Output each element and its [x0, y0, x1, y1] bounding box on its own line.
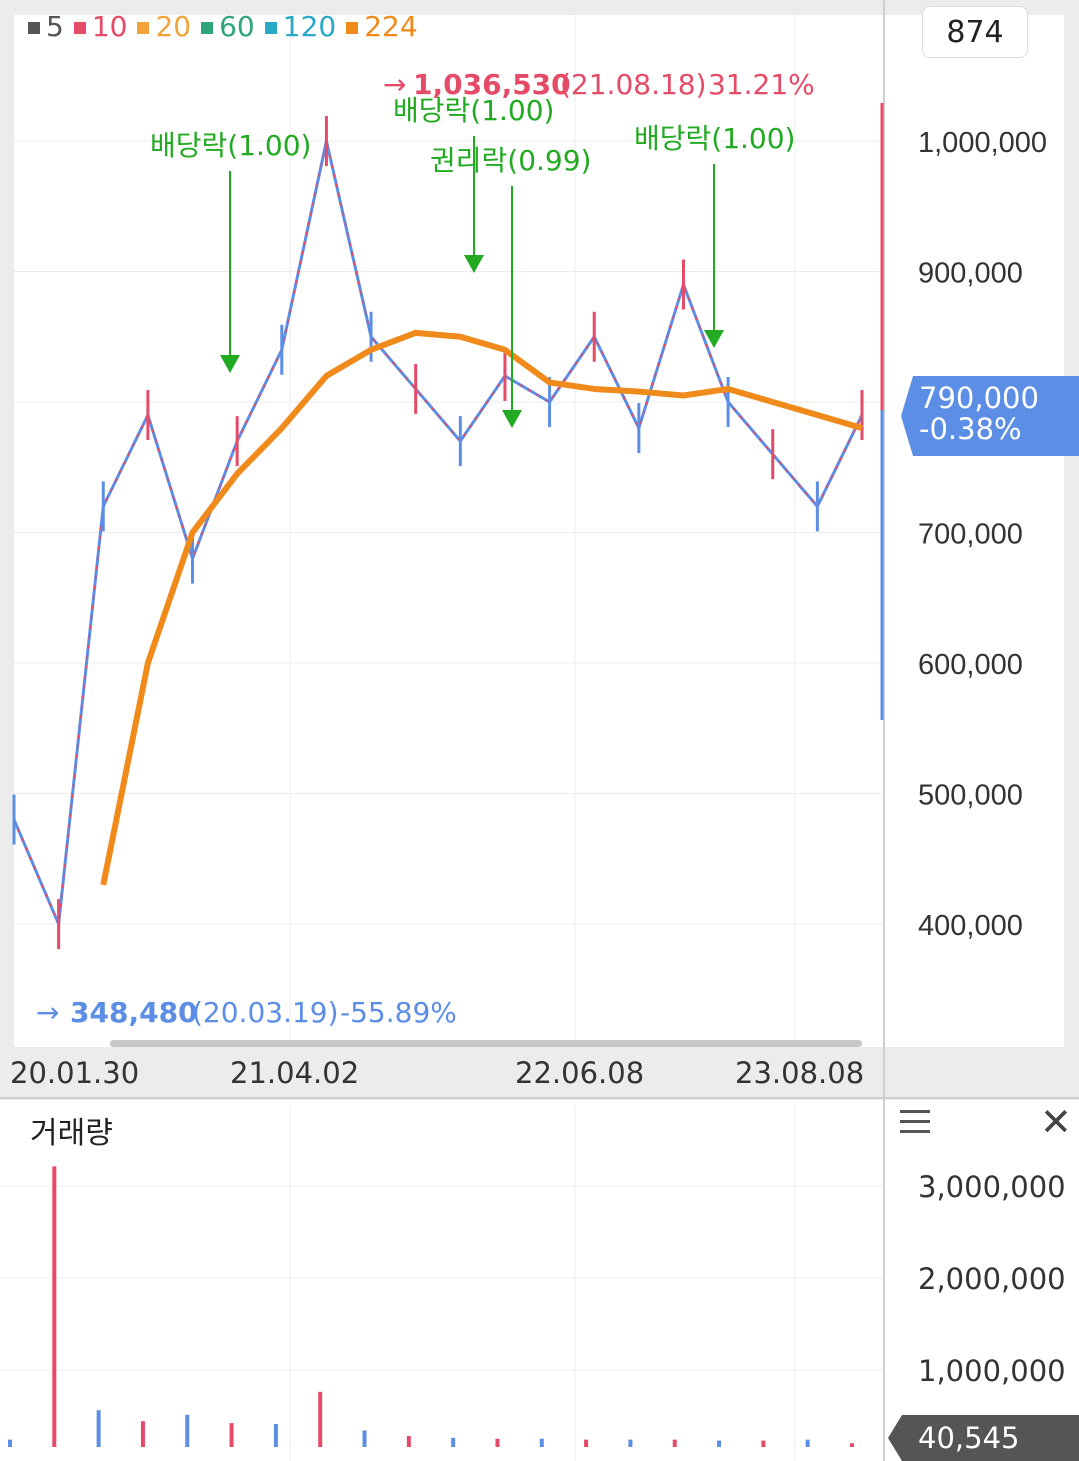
volume-bar: [672, 1439, 677, 1447]
volume-bar: [451, 1437, 456, 1447]
legend-ma20[interactable]: 20: [137, 10, 191, 43]
volume-title: 거래량: [30, 1116, 113, 1151]
price-axis-label: 600,000: [918, 649, 1023, 681]
event-marker: [464, 255, 484, 273]
volume-bar: [539, 1438, 544, 1447]
volume-axis-label: 1,000,000: [918, 1354, 1066, 1388]
current-volume-tag: 40,545: [888, 1415, 1079, 1461]
price-axis-label: 700,000: [918, 519, 1023, 551]
low-marker-date: (20.03.19): [192, 996, 339, 1029]
current-price-change: -0.38%: [919, 412, 1022, 446]
legend-swatch: [73, 22, 86, 34]
event-label-dividend-2: 배당락(1.00): [393, 94, 554, 127]
volume-bar: [761, 1440, 766, 1447]
ma224-line: [100, 329, 863, 886]
volume-axis-label: 3,000,000: [918, 1170, 1066, 1204]
low-marker-value: 348,480: [70, 996, 198, 1029]
legend-ma120[interactable]: 120: [264, 10, 336, 43]
volume-bar: [850, 1443, 854, 1447]
event-marker: [220, 355, 240, 373]
legend-swatch: [346, 22, 359, 34]
low-marker-pct: -55.89%: [340, 996, 457, 1029]
date-axis-label: 20.01.30: [10, 1056, 139, 1090]
volume-bar: [318, 1391, 323, 1447]
high-marker-date: (21.08.18): [560, 68, 707, 101]
legend-swatch: [201, 22, 214, 34]
volume-bar: [406, 1435, 411, 1447]
volume-bar: [717, 1440, 722, 1447]
event-label-dividend-3: 배당락(1.00): [634, 122, 795, 155]
volume-bar: [52, 1166, 57, 1447]
scrollbar-thumb[interactable]: [110, 1040, 862, 1047]
volume-bar: [8, 1439, 12, 1447]
current-price-value: 790,000: [919, 381, 1039, 415]
event-label-dividend-1: 배당락(1.00): [150, 129, 311, 162]
event-label-rights: 권리락(0.99): [430, 144, 591, 177]
menu-icon[interactable]: [900, 1110, 930, 1134]
legend-ma10[interactable]: 10: [73, 10, 127, 43]
price-axis-label: 1,000,000: [918, 127, 1047, 159]
date-axis-label: 23.08.08: [735, 1056, 864, 1090]
price-axis-label: 900,000: [918, 258, 1023, 290]
price-axis-label: 500,000: [918, 780, 1023, 812]
high-marker-pct: 31.21%: [708, 68, 815, 101]
volume-bar: [140, 1421, 145, 1447]
legend-ma5[interactable]: 5: [28, 10, 64, 43]
legend-swatch: [264, 22, 277, 34]
price-axis-label: 400,000: [918, 910, 1023, 942]
volume-bar: [185, 1414, 190, 1447]
stock-chart[interactable]: 1,000,000900,000800,000700,000600,000500…: [0, 0, 1079, 1461]
volume-bar: [495, 1438, 500, 1447]
volume-bar: [229, 1423, 234, 1447]
close-icon[interactable]: ✕: [1040, 1103, 1072, 1141]
legend-swatch: [137, 22, 150, 34]
low-marker-arrow: →: [36, 996, 59, 1029]
date-axis-label: 22.06.08: [515, 1056, 644, 1090]
volume-bar: [273, 1424, 278, 1447]
current-price-tag: 790,000 -0.38%: [901, 376, 1079, 456]
ma-legend: 5 10 20 60 120 224: [28, 10, 418, 43]
volume-bar: [362, 1430, 367, 1447]
volume-axis-label: 2,000,000: [918, 1262, 1066, 1296]
legend-ma224[interactable]: 224: [346, 10, 418, 43]
volume-bar: [584, 1439, 589, 1447]
count-badge[interactable]: 874: [922, 6, 1028, 58]
volume-bar: [805, 1439, 810, 1447]
legend-swatch: [28, 22, 40, 34]
event-marker: [502, 410, 522, 428]
legend-ma60[interactable]: 60: [201, 10, 255, 43]
date-axis-label: 21.04.02: [230, 1056, 359, 1090]
volume-bar: [96, 1410, 101, 1447]
volume-bar: [628, 1439, 633, 1447]
